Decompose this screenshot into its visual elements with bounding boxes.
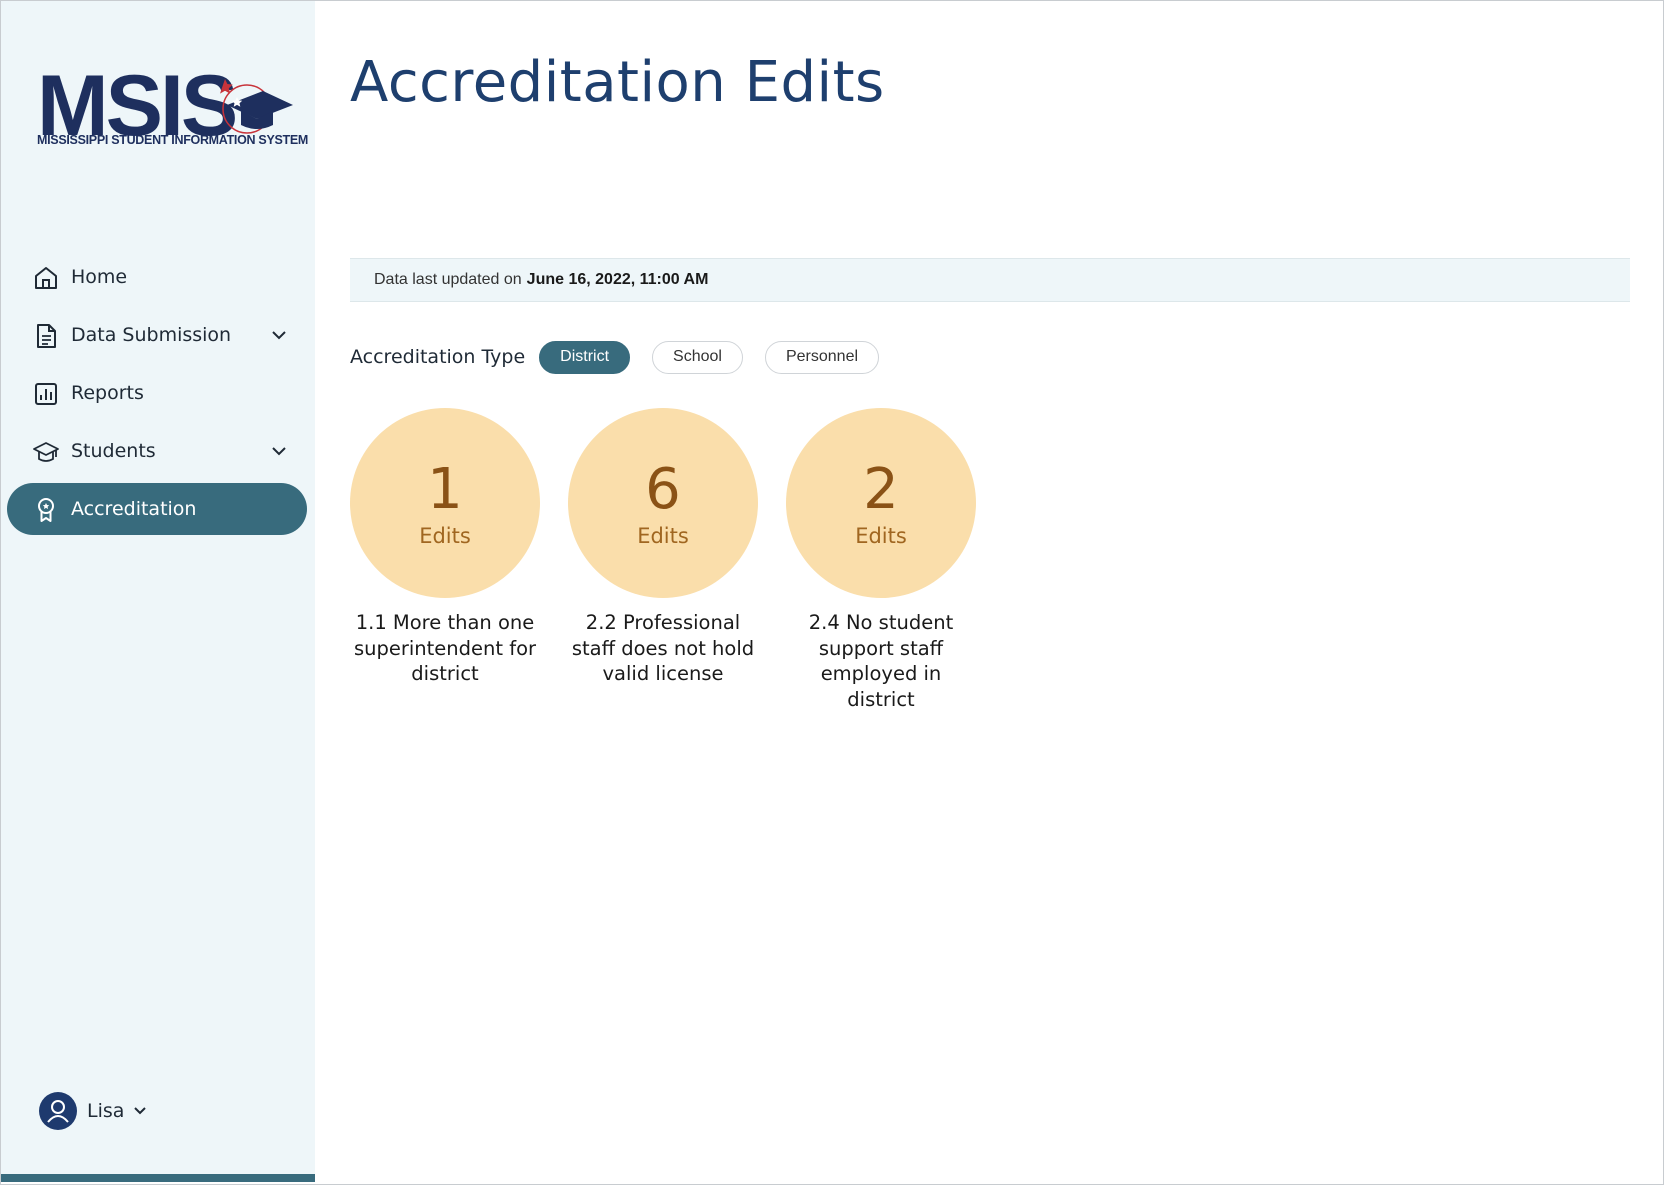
edit-count: 6 — [645, 457, 681, 522]
award-ribbon-icon — [38, 498, 54, 522]
user-menu[interactable]: Lisa — [39, 1091, 148, 1131]
chevron-down-icon[interactable] — [269, 325, 289, 345]
sidebar-item-accreditation[interactable]: Accreditation — [7, 483, 307, 535]
edit-description: 2.4 No student support staff employed in… — [808, 611, 954, 711]
edit-count: 2 — [863, 457, 899, 522]
edit-count-circle[interactable]: 1 Edits — [350, 408, 540, 598]
update-timestamp: June 16, 2022, 11:00 AM — [526, 271, 709, 288]
graduation-cap-icon — [33, 442, 59, 462]
edit-description: 1.1 More than one superintendent for dis… — [353, 611, 537, 685]
sidebar-item-students[interactable]: Students — [7, 425, 307, 477]
bar-chart-icon — [35, 383, 57, 405]
edit-count: 1 — [427, 457, 463, 522]
chevron-down-icon[interactable] — [269, 441, 289, 461]
sidebar-item-home[interactable]: Home — [7, 251, 307, 303]
filter-personnel-button[interactable]: Personnel — [764, 340, 880, 374]
sidebar-item-label: Students — [71, 440, 156, 462]
edit-card[interactable]: 6 Edits 2.2 Professional staff does not … — [566, 408, 760, 712]
sidebar-item-label: Home — [71, 266, 128, 288]
accreditation-type-label: Accreditation Type — [350, 346, 526, 368]
logo-subtitle: MISSISSIPPI STUDENT INFORMATION SYSTEM — [37, 133, 309, 147]
document-icon — [37, 324, 56, 348]
edit-unit: Edits — [419, 524, 471, 548]
user-avatar-icon — [39, 1092, 77, 1130]
sidebar-item-reports[interactable]: Reports — [7, 367, 307, 419]
edit-card[interactable]: 1 Edits 1.1 More than one superintendent… — [348, 408, 542, 712]
update-prefix: Data last updated on — [374, 271, 522, 288]
graduation-cap-logo-icon — [220, 79, 293, 134]
filter-school-button[interactable]: School — [652, 340, 743, 374]
sidebar-nav: Home Data Submission Reports Students Ac… — [7, 251, 307, 541]
sidebar-item-label: Data Submission — [71, 324, 232, 346]
msis-logo[interactable]: MSIS MISSISSIPPI STUDENT INFORMATION SYS… — [37, 63, 308, 153]
edit-unit: Edits — [855, 524, 907, 548]
sidebar-bottom-bar — [1, 1174, 315, 1182]
chevron-down-icon[interactable] — [132, 1103, 148, 1119]
user-name: Lisa — [87, 1100, 125, 1122]
filter-district-button[interactable]: District — [539, 340, 631, 374]
sidebar-item-data-submission[interactable]: Data Submission — [7, 309, 307, 361]
edit-cards: 1 Edits 1.1 More than one superintendent… — [348, 408, 1002, 712]
accreditation-type-filter: Accreditation Type District School Perso… — [350, 340, 901, 374]
data-updated-banner: Data last updated on June 16, 2022, 11:0… — [350, 258, 1630, 302]
home-icon — [35, 267, 57, 289]
edit-description: 2.2 Professional staff does not hold val… — [571, 611, 755, 685]
edit-unit: Edits — [637, 524, 689, 548]
edit-card[interactable]: 2 Edits 2.4 No student support staff emp… — [784, 408, 978, 712]
edit-count-circle[interactable]: 2 Edits — [786, 408, 976, 598]
edit-count-circle[interactable]: 6 Edits — [568, 408, 758, 598]
page-title: Accreditation Edits — [350, 50, 885, 115]
sidebar: MSIS MISSISSIPPI STUDENT INFORMATION SYS… — [1, 1, 315, 1182]
sidebar-item-label: Accreditation — [71, 498, 197, 520]
sidebar-item-label: Reports — [71, 382, 144, 404]
